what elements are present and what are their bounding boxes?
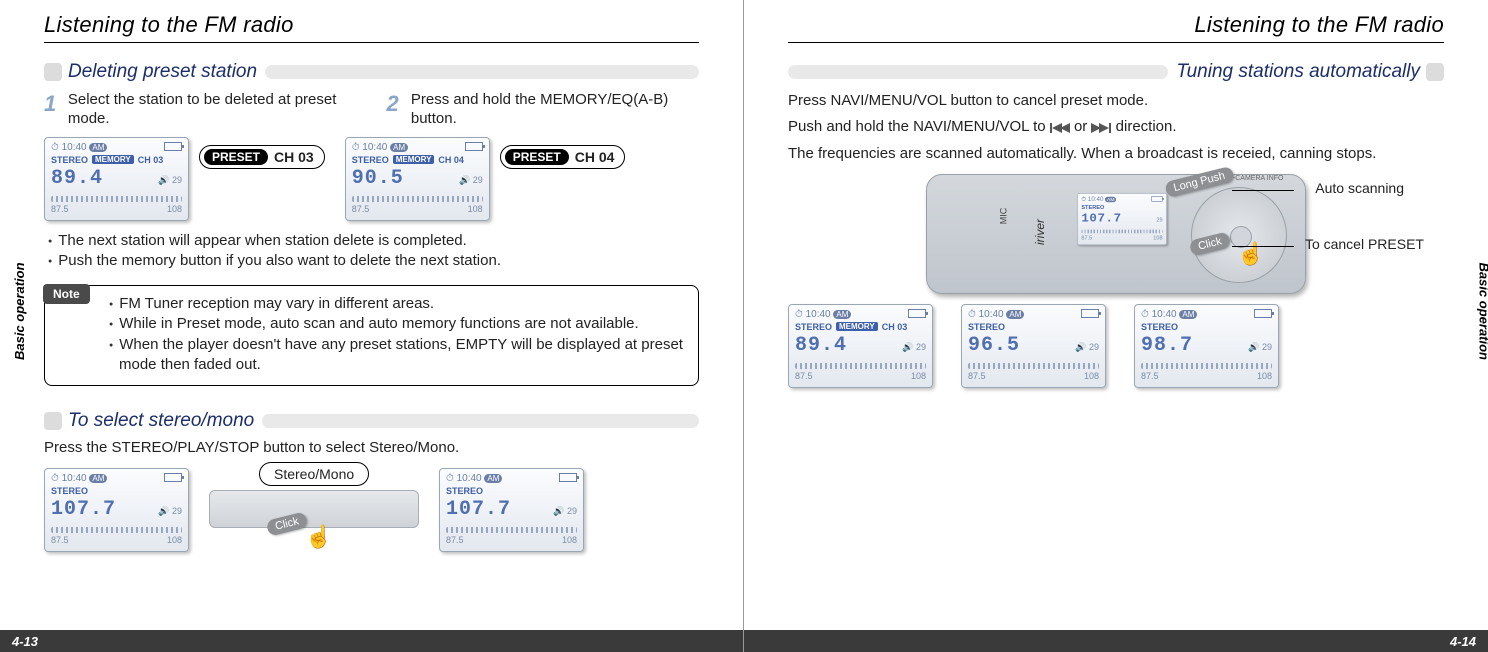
note-label: Note bbox=[43, 284, 90, 304]
lcd-on-device: ⏱ 10:40 AM STEREO 107.729 87.5108 bbox=[1077, 193, 1167, 245]
subhead-line bbox=[788, 65, 1168, 79]
battery-icon bbox=[164, 142, 182, 151]
bullet-1: The next station will appear when statio… bbox=[48, 231, 699, 251]
subhead-cap-icon bbox=[1426, 63, 1444, 81]
page-title-row: Listening to the FM radio bbox=[788, 10, 1444, 40]
subheading-text: Deleting preset station bbox=[68, 61, 257, 83]
mic-label: MIC bbox=[998, 208, 1008, 225]
screen-badge-1: ⏱ 10:40 AM STEREOMEMORYCH 03 89.4🔊 29 87… bbox=[44, 137, 325, 221]
auto-scanning-label: Auto scanning bbox=[1315, 180, 1404, 196]
step-1-number: 1 bbox=[44, 91, 68, 129]
steps-row: 1 Select the station to be deleted at pr… bbox=[44, 91, 699, 129]
brand-label: iriver bbox=[1033, 219, 1047, 245]
battery-icon bbox=[908, 309, 926, 318]
subheading-text: Tuning stations automatically bbox=[1176, 61, 1420, 83]
page-title: Listening to the FM radio bbox=[1194, 12, 1444, 38]
battery-icon bbox=[164, 473, 182, 482]
subheading-deleting: Deleting preset station bbox=[44, 61, 699, 83]
lcd-result-row: ⏱ 10:40 AM STEREOMEMORYCH 03 89.4🔊 29 87… bbox=[788, 304, 1444, 388]
note-item-3: When the player doesn't have any preset … bbox=[109, 335, 686, 376]
page-title-row: Listening to the FM radio bbox=[44, 10, 699, 40]
page-footer-right: 4-14 bbox=[744, 630, 1488, 652]
subhead-cap-icon bbox=[44, 63, 62, 81]
side-label-right: Basic operation bbox=[1477, 262, 1488, 360]
tuning-line-2: Push and hold the NAVI/MENU/VOL to or di… bbox=[788, 117, 1444, 137]
lcd-stereo-after: ⏱ 10:40 AM STEREO 107.7🔊 29 87.5108 bbox=[439, 468, 584, 552]
bullet-2: Push the memory button if you also want … bbox=[48, 251, 699, 271]
title-rule bbox=[44, 42, 699, 43]
device-illustration: MIC iriver ⏱ 10:40 AM STEREO 107.729 87.… bbox=[926, 174, 1306, 294]
cancel-preset-label: To cancel PRESET bbox=[1305, 236, 1424, 252]
right-page: Basic operation Listening to the FM radi… bbox=[744, 0, 1488, 652]
battery-icon bbox=[465, 142, 483, 151]
note-box: Note FM Tuner reception may vary in diff… bbox=[44, 285, 699, 386]
page-number: 4-13 bbox=[12, 634, 38, 649]
page-number: 4-14 bbox=[1450, 634, 1476, 649]
page-footer-left: 4-13 bbox=[0, 630, 743, 652]
lcd-ch03: ⏱ 10:40 AM STEREOMEMORYCH 03 89.4🔊 29 87… bbox=[44, 137, 189, 221]
subhead-line bbox=[265, 65, 699, 79]
screen-badge-2: ⏱ 10:40 AM STEREOMEMORYCH 04 90.5🔊 29 87… bbox=[345, 137, 626, 221]
subheading-text: To select stereo/mono bbox=[68, 410, 254, 432]
step-2-text: Press and hold the MEMORY/EQ(A-B) button… bbox=[411, 91, 699, 129]
page-title: Listening to the FM radio bbox=[44, 12, 294, 38]
note-item-2: While in Preset mode, auto scan and auto… bbox=[109, 314, 686, 334]
stereo-mono-label: Stereo/Mono bbox=[259, 462, 369, 486]
stereo-row: ⏱ 10:40 AM STEREO 107.7🔊 29 87.5108 Ster… bbox=[44, 468, 699, 552]
battery-icon bbox=[1254, 309, 1272, 318]
step-2-number: 2 bbox=[387, 91, 411, 129]
prev-track-icon bbox=[1050, 123, 1070, 133]
lcd-result-1: ⏱ 10:40 AM STEREOMEMORYCH 03 89.4🔊 29 87… bbox=[788, 304, 933, 388]
subheading-stereo: To select stereo/mono bbox=[44, 410, 699, 432]
battery-icon bbox=[1081, 309, 1099, 318]
tuning-line-3: The frequencies are scanned automaticall… bbox=[788, 144, 1444, 164]
left-page: Basic operation Listening to the FM radi… bbox=[0, 0, 744, 652]
step-1: 1 Select the station to be deleted at pr… bbox=[44, 91, 357, 129]
lcd-result-3: ⏱ 10:40 AM STEREO 98.7🔊 29 87.5108 bbox=[1134, 304, 1279, 388]
preset-badge-ch03: PRESETCH 03 bbox=[199, 145, 325, 169]
subhead-cap-icon bbox=[44, 412, 62, 430]
lcd-stereo-before: ⏱ 10:40 AM STEREO 107.7🔊 29 87.5108 bbox=[44, 468, 189, 552]
stereo-mid-control: Stereo/Mono Click bbox=[209, 468, 419, 528]
lcd-ch04: ⏱ 10:40 AM STEREOMEMORYCH 04 90.5🔊 29 87… bbox=[345, 137, 490, 221]
preset-badge-ch04: PRESETCH 04 bbox=[500, 145, 626, 169]
battery-icon bbox=[559, 473, 577, 482]
control-bar bbox=[209, 490, 419, 528]
delete-bullets: The next station will appear when statio… bbox=[44, 231, 699, 272]
hand-pointer-icon bbox=[305, 526, 327, 552]
device-area: MIC iriver ⏱ 10:40 AM STEREO 107.729 87.… bbox=[788, 174, 1444, 294]
step-2: 2 Press and hold the MEMORY/EQ(A-B) butt… bbox=[387, 91, 700, 129]
subheading-tuning: Tuning stations automatically bbox=[788, 61, 1444, 83]
stereo-desc: Press the STEREO/PLAY/STOP button to sel… bbox=[44, 438, 699, 458]
tuning-line-1: Press NAVI/MENU/VOL button to cancel pre… bbox=[788, 91, 1444, 111]
note-item-1: FM Tuner reception may vary in different… bbox=[109, 294, 686, 314]
battery-icon bbox=[1151, 196, 1162, 202]
title-rule bbox=[788, 42, 1444, 43]
side-label-left: Basic operation bbox=[12, 262, 27, 360]
lcd-result-2: ⏱ 10:40 AM STEREO 96.5🔊 29 87.5108 bbox=[961, 304, 1106, 388]
next-track-icon bbox=[1091, 123, 1111, 133]
step-1-text: Select the station to be deleted at pres… bbox=[68, 91, 357, 129]
subhead-line bbox=[262, 414, 699, 428]
screens-row-1: ⏱ 10:40 AM STEREOMEMORYCH 03 89.4🔊 29 87… bbox=[44, 137, 699, 221]
